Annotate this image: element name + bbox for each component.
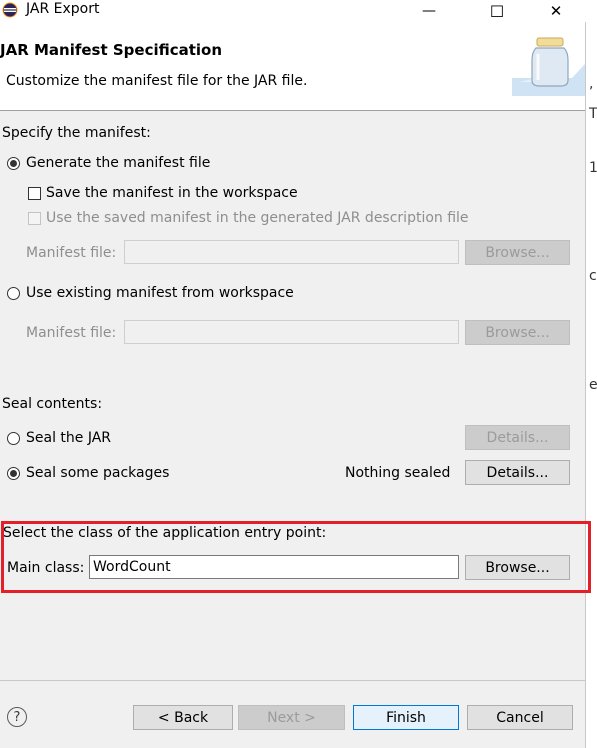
background-editor-char: c bbox=[589, 268, 597, 284]
use-saved-manifest-checkbox[interactable] bbox=[28, 212, 41, 225]
background-editor-char: T bbox=[589, 106, 597, 122]
maximize-button[interactable]: ☐ bbox=[474, 0, 520, 22]
manifest-section-label: Specify the manifest: bbox=[2, 125, 151, 141]
browse-existing-manifest-button[interactable]: Browse... bbox=[465, 320, 570, 345]
seal-jar-label: Seal the JAR bbox=[26, 430, 112, 446]
existing-manifest-file-label: Manifest file: bbox=[26, 325, 117, 341]
existing-manifest-file-input[interactable] bbox=[124, 320, 459, 344]
save-manifest-checkbox[interactable] bbox=[28, 187, 41, 200]
cancel-button[interactable]: Cancel bbox=[467, 705, 573, 730]
save-manifest-label: Save the manifest in the workspace bbox=[46, 185, 298, 201]
page-description: Customize the manifest file for the JAR … bbox=[6, 73, 308, 89]
next-button[interactable]: Next > bbox=[238, 705, 345, 730]
generate-manifest-radio[interactable] bbox=[7, 157, 20, 170]
seal-some-packages-label: Seal some packages bbox=[26, 465, 170, 481]
generate-manifest-label: Generate the manifest file bbox=[26, 155, 211, 171]
use-saved-manifest-label: Use the saved manifest in the generated … bbox=[46, 210, 469, 226]
highlight-annotation-box bbox=[1, 521, 591, 593]
jar-banner-icon bbox=[512, 37, 585, 96]
page-title: JAR Manifest Specification bbox=[0, 41, 223, 59]
seal-packages-details-button[interactable]: Details... bbox=[465, 460, 570, 485]
background-editor-char: 1 bbox=[589, 160, 597, 176]
help-icon[interactable]: ? bbox=[7, 707, 27, 727]
seal-jar-details-button[interactable]: Details... bbox=[465, 425, 570, 450]
background-editor-char: e bbox=[589, 377, 597, 393]
finish-button[interactable]: Finish bbox=[353, 705, 459, 730]
minimize-button[interactable]: — bbox=[406, 0, 452, 22]
background-editor-char: , bbox=[589, 76, 594, 92]
manifest-file-input[interactable] bbox=[124, 240, 459, 264]
seal-section-label: Seal contents: bbox=[2, 396, 103, 412]
title-bar: JAR Export — ☐ ✕ bbox=[0, 0, 597, 22]
window-title: JAR Export bbox=[26, 1, 100, 17]
use-existing-manifest-radio[interactable] bbox=[7, 287, 20, 300]
manifest-file-label: Manifest file: bbox=[26, 245, 117, 261]
seal-jar-radio[interactable] bbox=[7, 432, 20, 445]
sealed-status-text: Nothing sealed bbox=[345, 465, 451, 481]
back-button[interactable]: < Back bbox=[133, 705, 233, 730]
wizard-header bbox=[0, 22, 585, 110]
browse-manifest-button[interactable]: Browse... bbox=[465, 240, 570, 265]
seal-some-packages-radio[interactable] bbox=[7, 467, 20, 480]
use-existing-manifest-label: Use existing manifest from workspace bbox=[26, 285, 294, 301]
close-button[interactable]: ✕ bbox=[533, 0, 579, 22]
eclipse-icon bbox=[2, 2, 18, 18]
